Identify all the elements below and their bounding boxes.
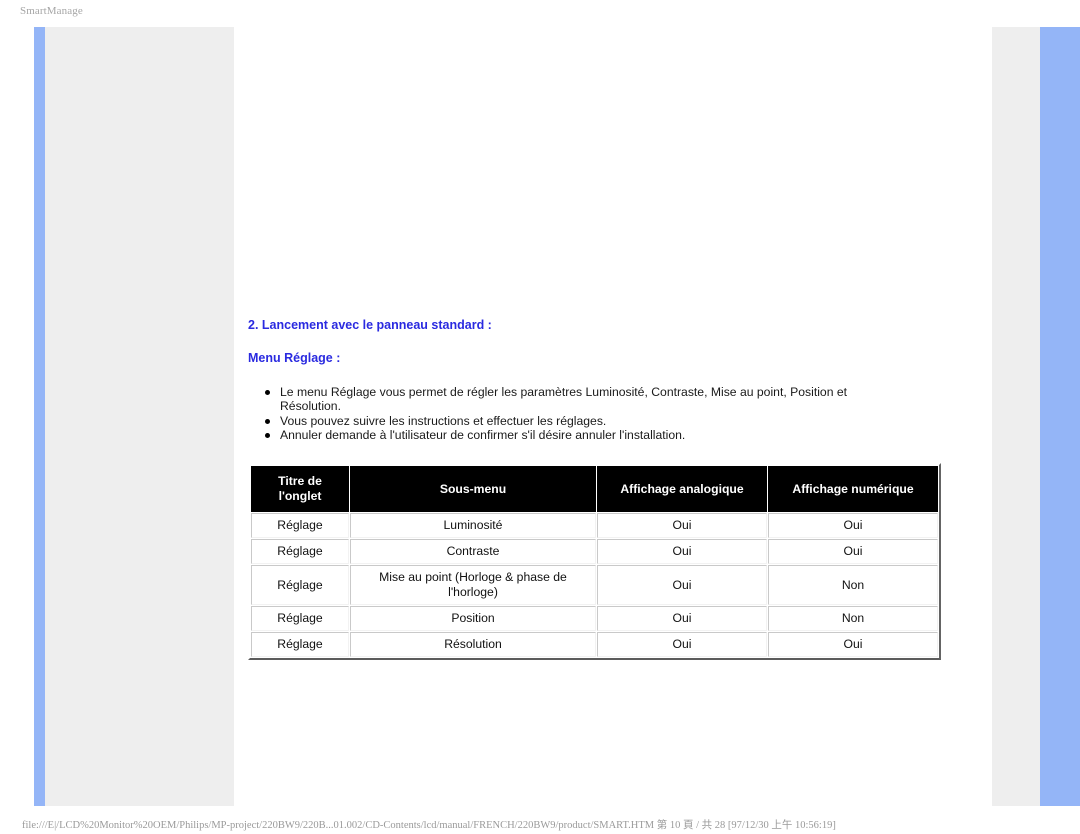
cell-tab-title: Réglage: [251, 565, 349, 605]
cell-analog: Oui: [597, 565, 767, 605]
list-item: Le menu Réglage vous permet de régler le…: [258, 385, 908, 414]
cell-submenu: Résolution: [350, 632, 596, 657]
left-gray-panel: [45, 27, 234, 806]
list-item: Vous pouvez suivre les instructions et e…: [258, 414, 908, 428]
column-header-submenu: Sous-menu: [350, 466, 596, 512]
table-row: Réglage Mise au point (Horloge & phase d…: [251, 565, 938, 605]
section-heading-menu: Menu Réglage :: [248, 351, 341, 365]
cell-submenu: Luminosité: [350, 513, 596, 538]
cell-analog: Oui: [597, 539, 767, 564]
status-bar-url-text: file:///E|/LCD%20Monitor%20OEM/Philips/M…: [22, 820, 836, 831]
column-header-tab-title: Titre de l'onglet: [251, 466, 349, 512]
cell-submenu: Contraste: [350, 539, 596, 564]
section-heading-launch: 2. Lancement avec le panneau standard :: [248, 318, 492, 332]
cell-digital: Non: [768, 606, 938, 631]
left-blue-accent-bar: [34, 27, 45, 806]
cell-digital: Oui: [768, 539, 938, 564]
cell-tab-title: Réglage: [251, 606, 349, 631]
page-title: SmartManage: [20, 5, 83, 17]
cell-tab-title: Réglage: [251, 513, 349, 538]
column-header-analog: Affichage analogique: [597, 466, 767, 512]
document-content: 2. Lancement avec le panneau standard : …: [234, 27, 992, 806]
description-bullet-list: Le menu Réglage vous permet de régler le…: [258, 385, 908, 443]
cell-tab-title: Réglage: [251, 539, 349, 564]
table-body: Réglage Luminosité Oui Oui Réglage Contr…: [251, 513, 938, 657]
cell-digital: Oui: [768, 513, 938, 538]
list-item: Annuler demande à l'utilisateur de confi…: [258, 428, 908, 442]
table-row: Réglage Luminosité Oui Oui: [251, 513, 938, 538]
table-header-row: Titre de l'onglet Sous-menu Affichage an…: [251, 466, 938, 512]
cell-analog: Oui: [597, 606, 767, 631]
right-blue-accent-bar: [1040, 27, 1080, 806]
cell-digital: Non: [768, 565, 938, 605]
cell-analog: Oui: [597, 632, 767, 657]
settings-table: Titre de l'onglet Sous-menu Affichage an…: [248, 463, 941, 660]
right-gray-panel: [992, 27, 1040, 806]
column-header-digital: Affichage numérique: [768, 466, 938, 512]
status-bar: file:///E|/LCD%20Monitor%20OEM/Philips/M…: [0, 813, 1080, 834]
cell-submenu: Position: [350, 606, 596, 631]
table-row: Réglage Position Oui Non: [251, 606, 938, 631]
cell-tab-title: Réglage: [251, 632, 349, 657]
cell-submenu: Mise au point (Horloge & phase de l'horl…: [350, 565, 596, 605]
table-row: Réglage Résolution Oui Oui: [251, 632, 938, 657]
cell-analog: Oui: [597, 513, 767, 538]
table-row: Réglage Contraste Oui Oui: [251, 539, 938, 564]
table-header: Titre de l'onglet Sous-menu Affichage an…: [251, 466, 938, 512]
cell-digital: Oui: [768, 632, 938, 657]
settings-table-container: Titre de l'onglet Sous-menu Affichage an…: [248, 463, 941, 660]
